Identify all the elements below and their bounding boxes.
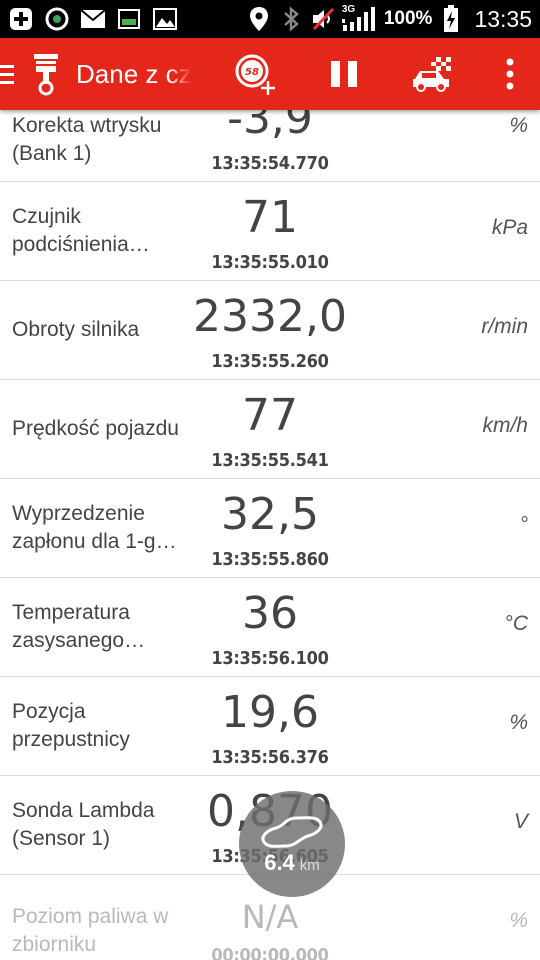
sensor-value: 77 <box>242 390 298 441</box>
screen-title: Dane z czujników <box>76 58 192 89</box>
race-car-flag-icon <box>413 57 451 92</box>
mute-icon <box>310 6 336 32</box>
race-car-button[interactable] <box>390 38 476 110</box>
sensor-timestamp: 13:35:54.770 <box>211 153 329 174</box>
speedometer-add-icon: 58 <box>235 54 275 95</box>
pause-button[interactable] <box>308 38 380 110</box>
image-icon <box>152 6 178 32</box>
piston-icon[interactable] <box>26 38 66 110</box>
app-notification-icon <box>44 6 70 32</box>
sensor-row[interactable]: Wyprzedzenie zapłonu dla 1-g… 32,5 13:35… <box>0 479 540 578</box>
sensor-timestamp: 13:35:55.541 <box>211 450 329 471</box>
trip-distance-value: 6.4 <box>264 850 295 875</box>
trip-distance-bubble[interactable]: 6.4 km <box>239 791 345 897</box>
sensor-row[interactable]: Czujnik podciśnienia… 71 13:35:55.010 kP… <box>0 182 540 281</box>
add-gauge-button[interactable]: 58 <box>214 38 296 110</box>
more-vert-icon <box>506 58 514 90</box>
sensor-timestamp: 13:35:56.376 <box>211 747 329 768</box>
sensor-unit: % <box>509 909 528 932</box>
add-notification-icon <box>8 6 34 32</box>
menu-icon[interactable] <box>0 38 20 110</box>
bluetooth-icon <box>278 6 304 32</box>
location-icon <box>246 6 272 32</box>
sensor-value: 71 <box>242 192 298 243</box>
sensor-timestamp: 13:35:55.260 <box>211 351 329 372</box>
battery-percent: 100% <box>383 8 433 29</box>
overflow-menu-button[interactable] <box>490 38 530 110</box>
sensor-unit: V <box>513 810 528 833</box>
sensor-unit: r/min <box>481 315 528 338</box>
sensor-value: 2332,0 <box>193 291 347 342</box>
sensor-unit: ° <box>519 513 528 536</box>
sensor-timestamp: 13:35:56.100 <box>211 648 329 669</box>
sensor-row[interactable]: Korekta wtrysku (Bank 1) -3,9 13:35:54.7… <box>0 93 540 182</box>
sensor-unit: kPa <box>491 216 528 239</box>
status-bar: 3G 100% 13:35 <box>0 0 540 38</box>
route-map-icon <box>261 816 323 848</box>
sim-3g-icon <box>116 6 142 32</box>
battery-charging-icon <box>438 5 464 32</box>
sensor-timestamp: 13:35:55.860 <box>211 549 329 570</box>
trip-distance-unit: km <box>299 857 320 874</box>
sensor-unit: °C <box>504 612 528 635</box>
status-time: 13:35 <box>474 5 532 32</box>
sensor-value: 36 <box>242 588 298 639</box>
sensor-value: N/A <box>241 898 299 936</box>
signal-icon: 3G <box>341 4 378 32</box>
sensor-unit: % <box>509 711 528 734</box>
sensor-timestamp: 00:00:00.000 <box>211 945 329 960</box>
sensor-unit: km/h <box>482 414 528 437</box>
sensor-row[interactable]: Pozycja przepustnicy 19,6 13:35:56.376 % <box>0 677 540 776</box>
sensor-unit: % <box>509 114 528 137</box>
speedometer-badge: 58 <box>245 67 259 78</box>
sensor-row[interactable]: Obroty silnika 2332,0 13:35:55.260 r/min <box>0 281 540 380</box>
mail-icon <box>80 6 106 32</box>
app-bar: Dane z czujników 58 <box>0 38 540 110</box>
pause-icon <box>331 61 357 87</box>
sensor-value: 32,5 <box>221 489 319 540</box>
sensor-row[interactable]: Temperatura zasysanego… 36 13:35:56.100 … <box>0 578 540 677</box>
sensor-row[interactable]: Prędkość pojazdu 77 13:35:55.541 km/h <box>0 380 540 479</box>
sensor-value: 19,6 <box>221 687 319 738</box>
sensor-timestamp: 13:35:55.010 <box>211 252 329 273</box>
network-type-label: 3G <box>341 4 356 15</box>
